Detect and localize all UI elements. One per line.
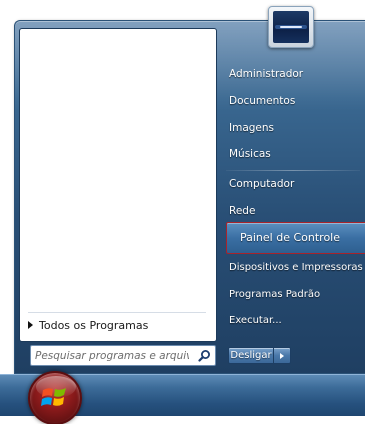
start-button[interactable] <box>28 371 82 424</box>
all-programs-divider <box>28 312 206 313</box>
shutdown-button[interactable]: Desligar <box>228 347 274 364</box>
search-icon[interactable] <box>193 346 215 365</box>
menu-item-rede[interactable]: Rede <box>229 205 255 217</box>
menu-item-painel-de-controle[interactable]: Painel de Controle <box>226 222 365 254</box>
menu-item-label: Painel de Controle <box>240 231 341 244</box>
menu-item-computador[interactable]: Computador <box>229 178 294 190</box>
shutdown-control: Desligar <box>228 347 291 364</box>
menu-item-imagens[interactable]: Imagens <box>229 122 274 134</box>
windows-logo-icon <box>41 388 66 406</box>
menu-item-documentos[interactable]: Documentos <box>229 95 295 107</box>
triangle-right-icon <box>28 321 33 329</box>
menu-item-programas-padrao[interactable]: Programas Padrão <box>229 289 320 300</box>
menu-item-musicas[interactable]: Músicas <box>229 148 271 160</box>
search-box[interactable] <box>30 345 216 366</box>
search-input[interactable] <box>31 346 193 365</box>
programs-pane <box>19 28 217 342</box>
separator <box>226 170 360 171</box>
picture-logo-graphic <box>275 25 307 29</box>
menu-item-administrador[interactable]: Administrador <box>229 68 303 80</box>
shutdown-options-button[interactable] <box>274 347 291 364</box>
all-programs-label: Todos os Programas <box>39 318 149 332</box>
menu-item-executar[interactable]: Executar... <box>229 315 282 326</box>
all-programs-button[interactable]: Todos os Programas <box>22 314 214 336</box>
menu-item-dispositivos-e-impressoras[interactable]: Dispositivos e Impressoras <box>229 262 363 273</box>
user-picture-image <box>273 11 309 43</box>
user-account-picture[interactable] <box>268 6 314 48</box>
chevron-right-icon <box>280 352 284 359</box>
